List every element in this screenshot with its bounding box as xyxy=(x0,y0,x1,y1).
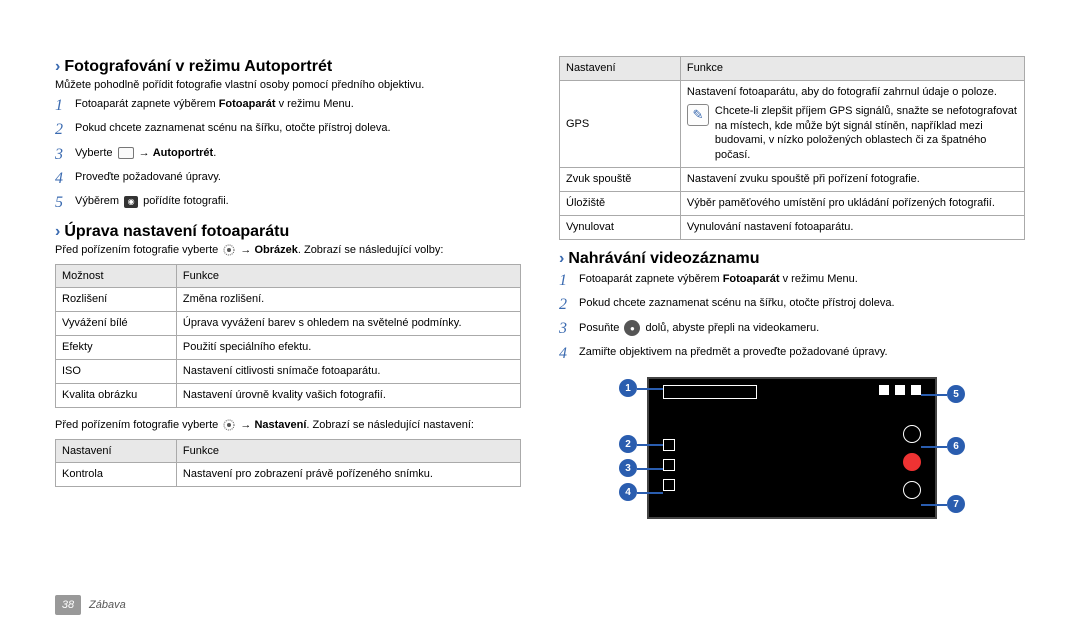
chevron-icon: › xyxy=(55,58,60,76)
heading-autoportret: › Fotografování v režimu Autoportrét xyxy=(55,58,521,76)
camera-icon: ◉ xyxy=(124,196,138,208)
gear-icon xyxy=(223,419,235,431)
callout-7: 7 xyxy=(947,495,965,513)
chevron-icon: › xyxy=(559,250,564,268)
callout-3: 3 xyxy=(619,459,637,477)
note-icon: ✎ xyxy=(687,104,709,126)
heading-video: › Nahrávání videozáznamu xyxy=(559,250,1025,268)
status-indicators xyxy=(663,385,757,399)
right-controls xyxy=(903,425,921,499)
callout-6: 6 xyxy=(947,437,965,455)
gear-icon xyxy=(223,244,235,256)
sec1-steps: 1 Fotoaparát zapnete výběrem Fotoaparát … xyxy=(55,95,521,215)
step-3: 3 Vyberte → Autoportrét. xyxy=(55,144,521,166)
gps-note: ✎ Chcete-li zlepšit příjem GPS signálů, … xyxy=(687,104,1018,163)
sec1-desc: Můžete pohodlně pořídit fotografie vlast… xyxy=(55,78,521,93)
page-columns: › Fotografování v režimu Autoportrét Můž… xyxy=(55,50,1025,519)
sec2-desc2: Před pořízením fotografie vyberte → Nast… xyxy=(55,418,521,433)
section-name: Zábava xyxy=(89,599,126,611)
step-4: 4 Proveďte požadované úpravy. xyxy=(55,168,521,190)
options-table-3: NastaveníFunkce GPS Nastavení fotoaparát… xyxy=(559,56,1025,240)
step-5: 5 Výběrem ◉ pořídíte fotografii. xyxy=(55,192,521,214)
callout-1: 1 xyxy=(619,379,637,397)
video-preview xyxy=(647,377,937,519)
step-4: 4 Zamiřte objektivem na předmět a proveď… xyxy=(559,343,1025,365)
step-3: 3 Posuňte ● dolů, abyste přepli na video… xyxy=(559,318,1025,340)
right-column: NastaveníFunkce GPS Nastavení fotoaparát… xyxy=(559,50,1025,519)
sec2-desc: Před pořízením fotografie vyberte → Obrá… xyxy=(55,243,521,258)
top-right-icons xyxy=(879,385,921,395)
callout-4: 4 xyxy=(619,483,637,501)
step-1: 1 Fotoaparát zapnete výběrem Fotoaparát … xyxy=(559,270,1025,292)
sec3-steps: 1 Fotoaparát zapnete výběrem Fotoaparát … xyxy=(559,270,1025,366)
step-2: 2 Pokud chcete zaznamenat scénu na šířku… xyxy=(55,119,521,141)
left-column: › Fotografování v režimu Autoportrét Můž… xyxy=(55,50,521,519)
video-preview-wrap: 1 2 3 4 5 6 7 xyxy=(597,377,987,519)
callout-5: 5 xyxy=(947,385,965,403)
chevron-icon: › xyxy=(55,223,60,241)
heading-text: Úprava nastavení fotoaparátu xyxy=(64,223,289,241)
heading-text: Fotografování v režimu Autoportrét xyxy=(64,58,332,76)
page-footer: 38 Zábava xyxy=(55,595,126,615)
step-1: 1 Fotoaparát zapnete výběrem Fotoaparát … xyxy=(55,95,521,117)
video-switch-icon: ● xyxy=(624,320,640,336)
page-number: 38 xyxy=(55,595,81,615)
option-box-icon xyxy=(118,147,134,159)
callout-2: 2 xyxy=(619,435,637,453)
heading-text: Nahrávání videozáznamu xyxy=(568,250,759,268)
options-table-1: MožnostFunkce RozlišeníZměna rozlišení. … xyxy=(55,264,521,408)
left-controls xyxy=(663,439,675,491)
heading-uprava: › Úprava nastavení fotoaparátu xyxy=(55,223,521,241)
step-2: 2 Pokud chcete zaznamenat scénu na šířku… xyxy=(559,294,1025,316)
options-table-2: NastaveníFunkce KontrolaNastavení pro zo… xyxy=(55,439,521,488)
